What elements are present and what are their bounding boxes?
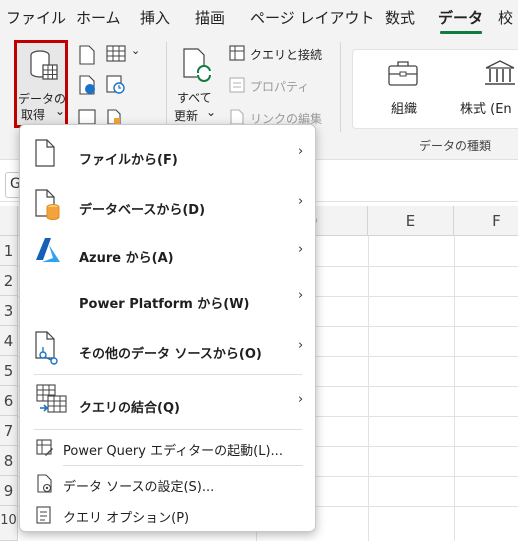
tab-draw[interactable]: 描画: [195, 7, 225, 28]
menu-item-from-other-sources[interactable]: その他のデータ ソースから(O) ›: [20, 323, 315, 373]
existing-connections-icon[interactable]: [106, 109, 122, 125]
menu-item-label: クエリ オプション(P): [63, 511, 190, 526]
from-table-icon[interactable]: [106, 45, 128, 63]
menu-separator: [63, 465, 303, 466]
other-sources-icon: [35, 331, 58, 365]
menu-item-combine-queries[interactable]: クエリの結合(Q) ›: [20, 376, 315, 428]
refresh-all-label-1: すべて: [177, 91, 212, 105]
organization-data-type-button[interactable]: 組織: [391, 98, 417, 117]
row-header[interactable]: 4: [0, 326, 18, 356]
chevron-right-icon: ›: [298, 338, 304, 353]
row-header[interactable]: 1: [0, 236, 18, 266]
menu-item-from-azure[interactable]: Azure から(A) ›: [20, 227, 315, 275]
menu-item-query-options[interactable]: クエリ オプション(P): [20, 499, 315, 531]
menu-item-label: ファイルから(F): [79, 153, 178, 168]
chevron-right-icon: ›: [298, 242, 304, 257]
azure-icon: [36, 238, 60, 262]
file-icon: [35, 139, 55, 167]
ribbon-separator: [166, 42, 167, 132]
chevron-down-icon[interactable]: ⌄: [131, 44, 140, 57]
chevron-down-icon[interactable]: ⌄: [206, 105, 216, 119]
combine-queries-icon: [36, 384, 67, 413]
tab-file[interactable]: ファイル: [6, 7, 66, 28]
get-data-label-2: 取得: [21, 108, 46, 122]
ribbon-separator: [340, 42, 341, 132]
select-all-corner[interactable]: [0, 206, 18, 236]
column-header-f[interactable]: F: [454, 206, 518, 236]
refresh-all-icon[interactable]: [180, 47, 216, 83]
row-header[interactable]: 8: [0, 446, 18, 476]
organization-icon: [388, 61, 418, 86]
active-tab-indicator: [440, 31, 482, 34]
menu-item-from-database[interactable]: データベースから(D) ›: [20, 179, 315, 227]
chevron-right-icon: ›: [298, 392, 304, 407]
tab-insert[interactable]: 挿入: [140, 7, 170, 28]
menu-separator: [34, 374, 302, 375]
data-source-settings-icon: [37, 474, 52, 493]
chevron-right-icon: ›: [298, 288, 304, 303]
chevron-right-icon: ›: [298, 194, 304, 209]
from-text-icon[interactable]: [78, 45, 96, 65]
power-query-editor-icon: [36, 439, 53, 456]
get-data-menu: ファイルから(F) › データベースから(D) › Azure から(A) › …: [19, 124, 316, 532]
edit-links-icon[interactable]: [229, 109, 245, 125]
tab-data[interactable]: データ: [438, 7, 483, 28]
chevron-down-icon: ⌄: [55, 104, 66, 118]
row-header[interactable]: 10: [0, 506, 18, 541]
menu-item-label: データ ソースの設定(S)...: [63, 480, 215, 495]
menu-item-from-power-platform[interactable]: Power Platform から(W) ›: [20, 275, 315, 323]
tab-formulas[interactable]: 数式: [385, 7, 415, 28]
chevron-right-icon: ›: [298, 144, 304, 159]
tab-home[interactable]: ホーム: [76, 7, 121, 28]
menu-item-from-file[interactable]: ファイルから(F) ›: [20, 128, 315, 180]
queries-connections-icon[interactable]: [229, 45, 245, 61]
database-icon: [35, 189, 60, 220]
menu-separator: [34, 429, 302, 430]
menu-item-label: Azure から(A): [79, 251, 174, 266]
data-types-group-label: データの種類: [419, 139, 492, 153]
menu-item-label: その他のデータ ソースから(O): [79, 347, 262, 362]
recent-sources-icon[interactable]: [106, 75, 126, 95]
tab-review[interactable]: 校: [498, 7, 513, 28]
gridline: [454, 236, 455, 541]
row-header[interactable]: 5: [0, 356, 18, 386]
tab-page-layout[interactable]: ページ レイアウト: [250, 7, 374, 28]
menu-item-label: Power Query エディターの起動(L)...: [63, 444, 283, 459]
row-header[interactable]: 9: [0, 476, 18, 506]
database-table-icon: [30, 50, 58, 80]
column-header-e[interactable]: E: [368, 206, 454, 236]
refresh-all-label-2: 更新: [174, 109, 199, 123]
menu-item-data-source-settings[interactable]: データ ソースの設定(S)...: [20, 467, 315, 501]
properties-button[interactable]: プロパティ: [250, 78, 309, 95]
queries-connections-button[interactable]: クエリと接続: [250, 46, 322, 63]
menu-item-label: クエリの結合(Q): [79, 401, 180, 416]
row-header[interactable]: 2: [0, 266, 18, 296]
row-header[interactable]: 3: [0, 296, 18, 326]
gridline: [368, 236, 369, 541]
menu-item-label: データベースから(D): [79, 203, 206, 218]
get-data-button[interactable]: データの 取得 ⌄: [14, 40, 68, 128]
row-header[interactable]: 7: [0, 416, 18, 446]
menu-item-label: Power Platform から(W): [79, 297, 250, 312]
ribbon-tab-bar: ファイル ホーム 挿入 描画 ページ レイアウト 数式 データ 校: [0, 0, 518, 37]
row-header[interactable]: 6: [0, 386, 18, 416]
properties-icon[interactable]: [229, 77, 245, 93]
from-web-icon[interactable]: [78, 75, 96, 95]
query-options-icon: [36, 506, 51, 524]
stocks-data-type-button[interactable]: 株式 (En: [460, 98, 512, 117]
menu-item-launch-power-query-editor[interactable]: Power Query エディターの起動(L)...: [20, 431, 315, 465]
from-picture-icon[interactable]: [78, 109, 96, 125]
stocks-icon: [485, 60, 515, 85]
